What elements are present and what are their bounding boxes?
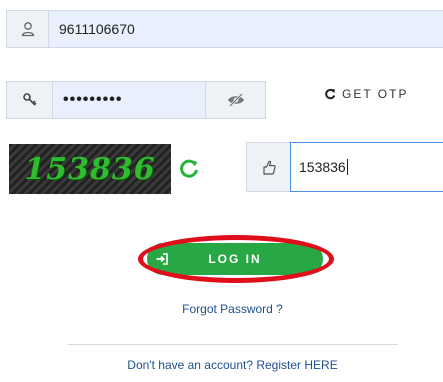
pointing-hand-icon [262, 160, 276, 175]
username-value: 9611106670 [59, 21, 135, 37]
captcha-addon [246, 142, 290, 192]
highlight-ellipse [138, 235, 334, 283]
password-addon [6, 81, 52, 119]
divider [68, 344, 398, 345]
username-input[interactable]: 9611106670 [48, 10, 443, 48]
refresh-icon [325, 88, 336, 100]
captcha-input[interactable]: 153836 [290, 142, 443, 192]
captcha-text: 153836 [24, 151, 156, 187]
get-otp-button[interactable]: GET OTP [324, 84, 408, 104]
user-icon [21, 22, 34, 37]
captcha-image: 153836 [9, 144, 171, 194]
eye-slash-icon [227, 93, 244, 107]
password-value: ••••••••• [63, 91, 123, 108]
forgot-password-link[interactable]: Forgot Password ? [0, 302, 443, 316]
captcha-input-value: 153836 [299, 159, 346, 175]
toggle-password-visibility[interactable] [206, 81, 266, 119]
refresh-captcha-button[interactable] [178, 158, 200, 180]
circular-refresh-icon [180, 159, 198, 178]
username-addon [6, 10, 48, 48]
text-caret [346, 159, 348, 175]
get-otp-label: GET OTP [342, 87, 409, 101]
key-icon [22, 93, 37, 106]
password-input[interactable]: ••••••••• [52, 81, 206, 119]
register-link[interactable]: Don't have an account? Register HERE [0, 358, 443, 372]
